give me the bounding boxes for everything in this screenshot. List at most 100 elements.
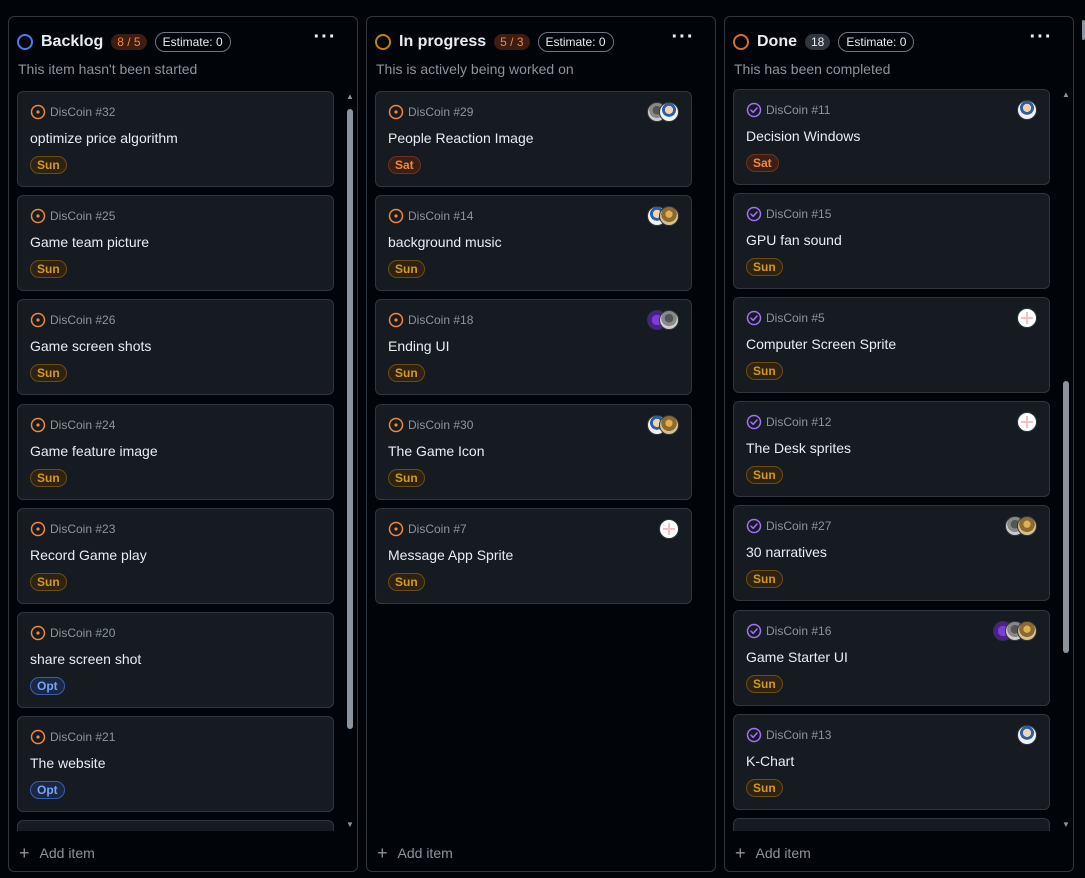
card-title[interactable]: GPU fan sound <box>746 232 842 248</box>
label-badge[interactable]: Sat <box>746 154 779 172</box>
label-badge[interactable]: Sun <box>746 466 783 484</box>
vertical-scrollbar[interactable]: ▲ ▼ <box>345 91 355 831</box>
issue-card[interactable]: DisCoin #30 The Game Icon Sun <box>375 404 692 500</box>
assignee-avatars[interactable] <box>647 310 679 330</box>
issue-card[interactable]: DisCoin #24 Game feature image Sun <box>17 404 334 500</box>
issue-card[interactable]: DisCoin #32 optimize price algorithm Sun <box>17 91 334 187</box>
scroll-down-arrow-icon[interactable]: ▼ <box>1062 821 1070 829</box>
card-title[interactable]: Computer Screen Sprite <box>746 336 896 352</box>
card-reference: DisCoin #7 <box>388 521 467 537</box>
label-badge[interactable]: Sun <box>746 779 783 797</box>
avatar[interactable] <box>659 519 679 539</box>
label-badge[interactable]: Sun <box>746 570 783 588</box>
scroll-down-arrow-icon[interactable]: ▼ <box>346 821 354 829</box>
issue-card[interactable]: DisCoin #20 share screen shot Opt <box>17 612 334 708</box>
issue-card[interactable]: DisCoin #5 Computer Screen Sprite Sun <box>733 297 1050 393</box>
add-item-button[interactable]: + Add item <box>735 844 811 862</box>
card-ref-text: DisCoin #16 <box>766 624 832 638</box>
column-more-options-button[interactable]: ··· <box>311 27 339 53</box>
assignee-avatars[interactable] <box>1017 100 1037 120</box>
scroll-thumb[interactable] <box>1063 381 1069 653</box>
card-title[interactable]: Game Starter UI <box>746 649 848 665</box>
assignee-avatars[interactable] <box>647 102 679 122</box>
add-item-button[interactable]: + Add item <box>377 844 453 862</box>
card-title[interactable]: Game screen shots <box>30 338 151 354</box>
label-badge[interactable]: Sun <box>30 469 67 487</box>
label-badge[interactable]: Sun <box>388 469 425 487</box>
issue-card[interactable]: DisCoin #7 Message App Sprite Sun <box>375 508 692 604</box>
card-title[interactable]: Game team picture <box>30 234 149 250</box>
issue-card[interactable]: DisCoin #18 Ending UI Sun <box>375 299 692 395</box>
avatar[interactable] <box>659 102 679 122</box>
vertical-scrollbar[interactable]: ▲ ▼ <box>1061 89 1071 831</box>
card-title[interactable]: The website <box>30 755 105 771</box>
avatar[interactable] <box>1017 725 1037 745</box>
scroll-thumb[interactable] <box>347 109 353 729</box>
issue-card[interactable]: DisCoin #25 Game team picture Sun <box>17 195 334 291</box>
card-title[interactable]: Game feature image <box>30 443 158 459</box>
card-title[interactable]: K-Chart <box>746 753 794 769</box>
avatar[interactable] <box>659 206 679 226</box>
partial-card[interactable] <box>733 818 1050 831</box>
label-badge[interactable]: Sun <box>746 675 783 693</box>
card-title[interactable]: The Desk sprites <box>746 440 851 456</box>
card-title[interactable]: Message App Sprite <box>388 547 513 563</box>
avatar[interactable] <box>1017 100 1037 120</box>
column-description: This has been completed <box>734 61 891 77</box>
scroll-up-arrow-icon[interactable]: ▲ <box>1062 91 1070 99</box>
issue-card[interactable]: DisCoin #14 background music Sun <box>375 195 692 291</box>
card-title[interactable]: People Reaction Image <box>388 130 534 146</box>
issue-card[interactable]: DisCoin #27 30 narratives Sun <box>733 505 1050 601</box>
label-badge[interactable]: Sun <box>30 260 67 278</box>
avatar[interactable] <box>1017 308 1037 328</box>
issue-card[interactable]: DisCoin #15 GPU fan sound Sun <box>733 193 1050 289</box>
issue-card[interactable]: DisCoin #26 Game screen shots Sun <box>17 299 334 395</box>
assignee-avatars[interactable] <box>659 519 679 539</box>
card-title[interactable]: The Game Icon <box>388 443 485 459</box>
add-item-button[interactable]: + Add item <box>19 844 95 862</box>
avatar[interactable] <box>659 415 679 435</box>
label-badge[interactable]: Opt <box>30 781 65 799</box>
assignee-avatars[interactable] <box>647 206 679 226</box>
assignee-avatars[interactable] <box>1017 412 1037 432</box>
card-title[interactable]: 30 narratives <box>746 544 827 560</box>
label-badge[interactable]: Sun <box>388 260 425 278</box>
assignee-avatars[interactable] <box>1017 308 1037 328</box>
avatar[interactable] <box>659 310 679 330</box>
open-issue-icon <box>388 521 404 537</box>
assignee-avatars[interactable] <box>647 415 679 435</box>
column-more-options-button[interactable]: ··· <box>1027 27 1055 53</box>
card-title[interactable]: background music <box>388 234 502 250</box>
card-title[interactable]: Record Game play <box>30 547 147 563</box>
assignee-avatars[interactable] <box>1017 725 1037 745</box>
issue-card[interactable]: DisCoin #11 Decision Windows Sat <box>733 89 1050 185</box>
assignee-avatars[interactable] <box>993 621 1037 641</box>
issue-card[interactable]: DisCoin #12 The Desk sprites Sun <box>733 401 1050 497</box>
column-more-options-button[interactable]: ··· <box>669 27 697 53</box>
scroll-up-arrow-icon[interactable]: ▲ <box>346 93 354 101</box>
partial-card[interactable] <box>17 820 334 831</box>
avatar[interactable] <box>1017 412 1037 432</box>
card-title[interactable]: share screen shot <box>30 651 141 667</box>
issue-card[interactable]: DisCoin #13 K-Chart Sun <box>733 714 1050 810</box>
label-badge[interactable]: Sat <box>388 156 421 174</box>
avatar[interactable] <box>1017 621 1037 641</box>
issue-card[interactable]: DisCoin #29 People Reaction Image Sat <box>375 91 692 187</box>
column-title-row: Done 18 Estimate: 0 ··· <box>733 27 1065 53</box>
assignee-avatars[interactable] <box>1005 516 1037 536</box>
label-badge[interactable]: Sun <box>746 258 783 276</box>
issue-card[interactable]: DisCoin #23 Record Game play Sun <box>17 508 334 604</box>
avatar[interactable] <box>1017 516 1037 536</box>
label-badge[interactable]: Sun <box>30 573 67 591</box>
label-badge[interactable]: Sun <box>30 156 67 174</box>
card-title[interactable]: Decision Windows <box>746 128 860 144</box>
label-badge[interactable]: Opt <box>30 677 65 695</box>
label-badge[interactable]: Sun <box>388 573 425 591</box>
label-badge[interactable]: Sun <box>30 364 67 382</box>
card-title[interactable]: Ending UI <box>388 338 449 354</box>
label-badge[interactable]: Sun <box>746 362 783 380</box>
issue-card[interactable]: DisCoin #21 The website Opt <box>17 716 334 812</box>
label-badge[interactable]: Sun <box>388 364 425 382</box>
card-title[interactable]: optimize price algorithm <box>30 130 178 146</box>
issue-card[interactable]: DisCoin #16 Game Starter UI Sun <box>733 610 1050 706</box>
